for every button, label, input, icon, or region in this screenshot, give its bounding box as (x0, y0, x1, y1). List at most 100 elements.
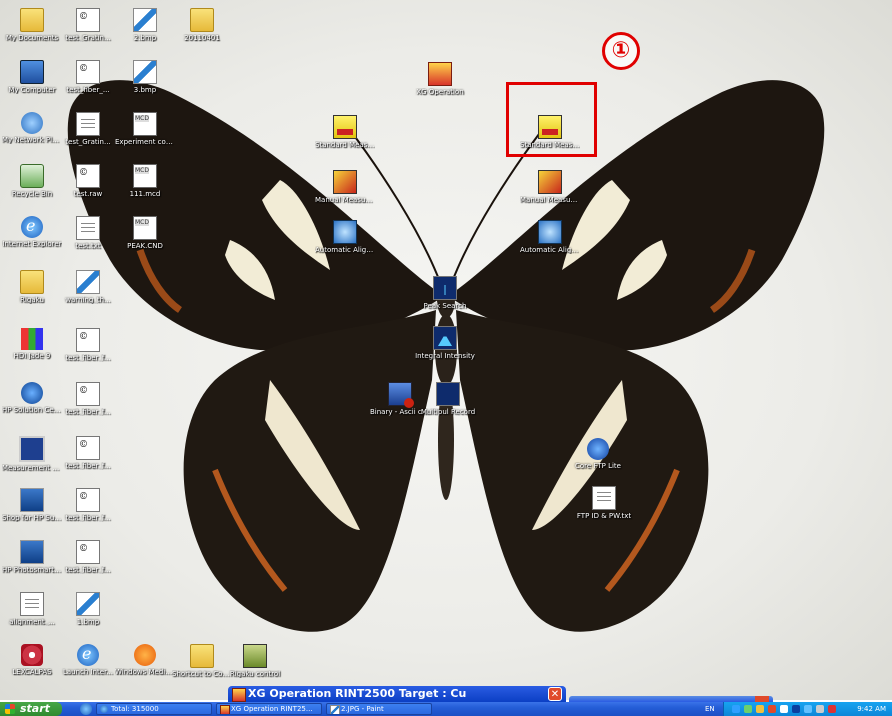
desktop-icon[interactable]: Automatic Alignment ... (315, 220, 375, 254)
peak-search-icon (433, 276, 457, 300)
taskbar-button-label: XG Operation RINT25... (231, 705, 313, 713)
tray-app-icon[interactable] (828, 705, 836, 713)
desktop-icon-label: test_fiber_f... (65, 566, 111, 574)
desktop-icon[interactable]: Manual Measurem... (315, 170, 375, 204)
integral-intensity-icon (433, 326, 457, 350)
desktop-icon[interactable]: Integral Intensity (415, 326, 475, 360)
desktop-icon-label: XG Operation (416, 88, 464, 96)
desktop-icon[interactable]: © test_fiber_f... (58, 382, 118, 416)
volume-icon[interactable] (816, 705, 824, 713)
desktop-icon[interactable]: FTP ID & PW.txt (574, 486, 634, 520)
start-button[interactable]: start (0, 702, 62, 716)
taskbar-button-paint[interactable]: 2.JPG - Paint (326, 703, 432, 715)
start-label: start (20, 702, 50, 715)
desktop-icon[interactable]: MCD Experiment condition.mcd (115, 112, 175, 146)
binary-ascii-icon (388, 382, 414, 408)
close-button[interactable]: ✕ (548, 687, 562, 701)
desktop-icon[interactable]: My Computer (2, 60, 62, 94)
desktop-icon[interactable]: Standard Measurem... (315, 115, 375, 149)
desktop-icon[interactable]: © test_fiber_... (58, 60, 118, 94)
desktop-icon[interactable]: e Internet Explorer (2, 216, 62, 248)
desktop-icon-label: Automatic Alignment (... (520, 246, 580, 254)
desktop-icon[interactable]: Windows Media Player (115, 644, 175, 676)
security-tray-icon[interactable] (744, 705, 752, 713)
desktop-icon[interactable]: Multipul Record (418, 382, 478, 416)
language-indicator[interactable]: EN (705, 702, 715, 716)
recycle-bin-icon (20, 164, 44, 188)
xg-operation-window-titlebar[interactable]: XG Operation RINT2500 Target : Cu ✕ (228, 686, 566, 702)
xg-operation-icon (232, 688, 246, 702)
desktop-icon-label: test_Gratin... (65, 138, 111, 146)
desktop-icon-label: Core FTP Lite (575, 462, 621, 470)
desktop-icon[interactable]: Shop for HP Supplies (2, 488, 62, 522)
folder-icon (20, 270, 44, 294)
desktop-icon[interactable]: Measurement server (2, 436, 62, 472)
desktop-icon[interactable]: HP Photosmart Essential 3.0 (2, 540, 62, 574)
tray-app-icon[interactable] (792, 705, 800, 713)
desktop-icon-label: Measurement server (2, 464, 62, 472)
desktop-icon[interactable]: e Launch Inter... (58, 644, 118, 676)
desktop-icon[interactable]: © test_fiber_f... (58, 540, 118, 574)
desktop-icon-label: FTP ID & PW.txt (576, 512, 632, 520)
tray-app-icon[interactable] (768, 705, 776, 713)
desktop-icon-label: test_fiber_... (66, 86, 110, 94)
folder-icon (20, 8, 44, 32)
desktop[interactable]: My Documents © test_Gratin... 2.bmp 20110401… (0, 0, 892, 700)
desktop-icon[interactable]: © test.raw (58, 164, 118, 198)
media-player-icon (134, 644, 156, 666)
notepad-icon (76, 112, 100, 136)
desktop-icon[interactable]: test_Gratin... (58, 112, 118, 146)
desktop-icon[interactable]: My Network Places (2, 112, 62, 144)
desktop-icon-label: LEXCALPAS (12, 668, 52, 676)
document-icon: © (76, 488, 100, 512)
desktop-icon[interactable]: © test_fiber_f... (58, 436, 118, 470)
tray-app-icon[interactable] (804, 705, 812, 713)
warning-tray-icon[interactable] (756, 705, 764, 713)
desktop-icon[interactable]: Core FTP Lite (568, 438, 628, 470)
internet-explorer-icon[interactable] (80, 703, 92, 715)
desktop-icon-label: test.raw (73, 190, 103, 198)
desktop-icon[interactable]: Automatic Alignment (... (520, 220, 580, 254)
desktop-icon[interactable]: 1.bmp (58, 592, 118, 626)
desktop-icon[interactable]: test.txt (58, 216, 118, 250)
desktop-icon[interactable]: XG Operation (410, 62, 470, 96)
desktop-icon[interactable]: © test_fiber_f... (58, 488, 118, 522)
desktop-icon[interactable]: MCD PEAK.CND (115, 216, 175, 250)
desktop-icon-label: My Documents (5, 34, 59, 42)
desktop-icon-label: 3.bmp (133, 86, 157, 94)
desktop-icon-label: warning_th... (65, 296, 111, 304)
desktop-icon[interactable]: Manual Measurem... (520, 170, 580, 204)
tray-app-icon[interactable] (780, 705, 788, 713)
desktop-icon[interactable]: Rigaku control (225, 644, 285, 678)
desktop-icon-label: Manual Measurem... (520, 196, 580, 204)
desktop-icon[interactable]: LEXCALPAS (2, 644, 62, 676)
desktop-icon[interactable]: HP Solution Center (2, 382, 62, 414)
desktop-icon[interactable]: 20110401 (172, 8, 232, 42)
desktop-icon[interactable]: © test_fiber_f... (58, 328, 118, 362)
desktop-icon[interactable]: MCD 111.mcd (115, 164, 175, 198)
desktop-icon-label: Standard Measurem... (315, 141, 375, 149)
desktop-icon[interactable]: Peak Search (415, 276, 475, 310)
notepad-icon (20, 592, 44, 616)
network-tray-icon[interactable] (732, 705, 740, 713)
desktop-icon-label: test_fiber_f... (65, 514, 111, 522)
rigaku-icon (243, 644, 267, 668)
automatic-alignment-icon (333, 220, 357, 244)
desktop-icon[interactable]: My Documents (2, 8, 62, 42)
desktop-icon-label: Recycle Bin (11, 190, 53, 198)
document-icon: © (76, 328, 100, 352)
desktop-icon[interactable]: Shortcut to Control (172, 644, 232, 678)
desktop-icon[interactable]: warning_th... (58, 270, 118, 304)
internet-explorer-icon: e (77, 644, 99, 666)
desktop-icon[interactable]: © test_Gratin... (58, 8, 118, 42)
desktop-icon[interactable]: 2.bmp (115, 8, 175, 42)
taskbar-button-xg-operation[interactable]: XG Operation RINT25... (216, 703, 322, 715)
multiple-record-icon (436, 382, 460, 406)
desktop-icon-label: HP Solution Center (2, 406, 62, 414)
desktop-icon[interactable]: alignment_... (2, 592, 62, 626)
taskbar-button-total[interactable]: Total: 315000 (96, 703, 212, 715)
desktop-icon[interactable]: Recycle Bin (2, 164, 62, 198)
desktop-icon[interactable]: 3.bmp (115, 60, 175, 94)
desktop-icon[interactable]: HDI Jade 9 (2, 328, 62, 360)
desktop-icon[interactable]: Rigaku (2, 270, 62, 304)
